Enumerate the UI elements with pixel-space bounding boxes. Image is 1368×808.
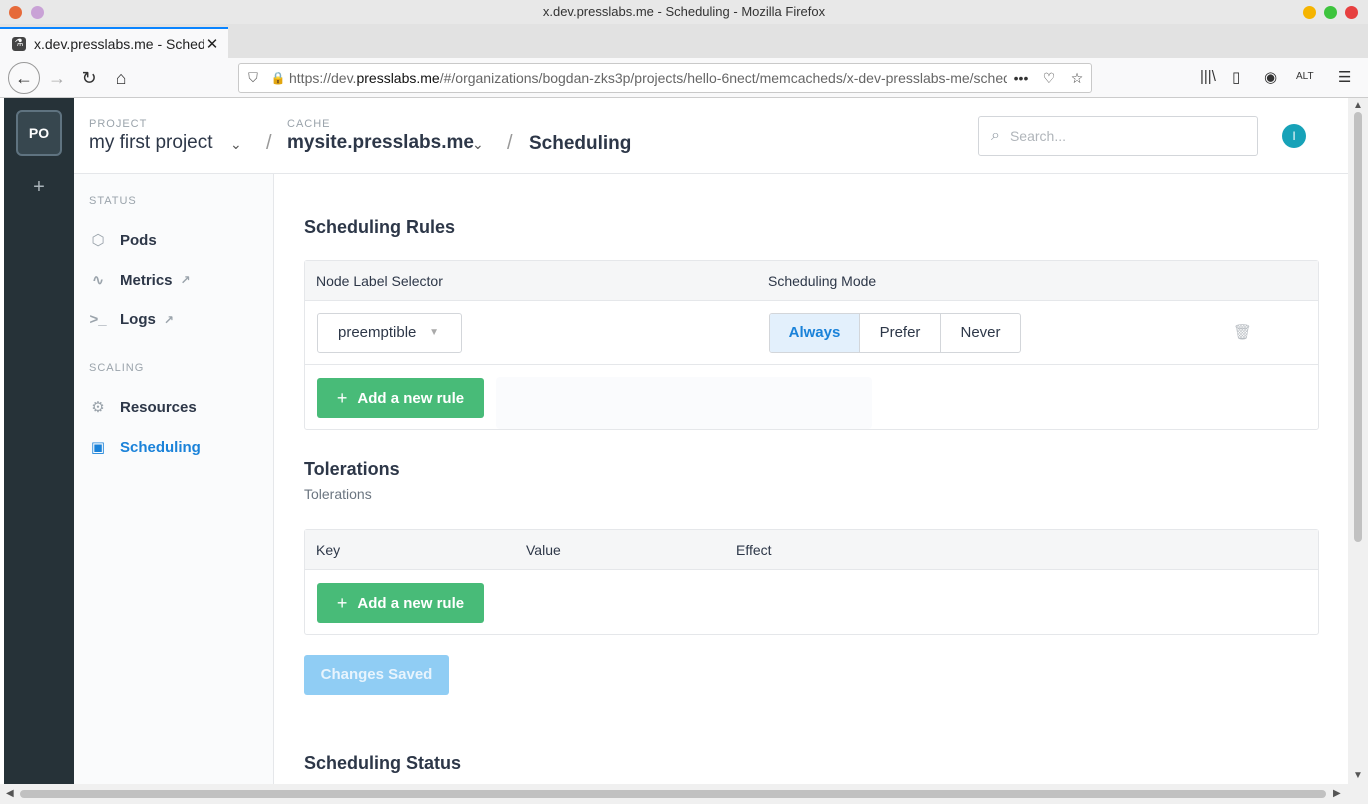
search-input[interactable]: ⌕ Search... (978, 116, 1258, 156)
window-menu-icon[interactable] (31, 6, 44, 19)
vertical-scrollbar[interactable]: ▲ ▼ (1348, 98, 1368, 784)
sidebar-item-resources[interactable]: ⚙ Resources (88, 398, 196, 417)
lock-icon[interactable]: 🔒 (267, 71, 289, 85)
extension-icon[interactable]: ALT (1296, 71, 1314, 82)
cache-name: mysite.presslabs.me (287, 132, 474, 153)
forward-arrow-icon[interactable]: → (42, 64, 72, 92)
navigation-bar: ← → ↻ ⌂ ⛉ 🔒 https://dev.presslabs.me/#/o… (0, 58, 1368, 98)
mode-prefer-button[interactable]: Prefer (860, 314, 941, 352)
terminal-icon: >_ (89, 311, 107, 328)
maximize-button[interactable] (1324, 6, 1337, 19)
node-label-select[interactable]: preemptible ▼ (317, 313, 462, 353)
page-actions-icon[interactable]: ••• (1007, 70, 1035, 86)
external-link-icon: ↗ (180, 273, 191, 287)
home-icon[interactable]: ⌂ (106, 64, 136, 92)
mode-always-button[interactable]: Always (770, 314, 860, 352)
close-window-button[interactable] (1345, 6, 1358, 19)
scroll-down-icon[interactable]: ▼ (1353, 770, 1363, 781)
sidebar-item-scheduling[interactable]: ▣ Scheduling (88, 438, 201, 457)
chevron-down-icon[interactable]: ⌄ (472, 136, 484, 153)
back-arrow-icon[interactable]: ← (8, 62, 40, 94)
caret-down-icon: ▼ (429, 327, 439, 338)
changes-saved-button[interactable]: Changes Saved (304, 655, 449, 695)
scroll-right-icon[interactable]: ▶ (1333, 788, 1341, 799)
library-icon[interactable]: |||\ (1200, 68, 1216, 85)
tolerations-title: Tolerations (304, 459, 400, 479)
breadcrumb-separator: / (507, 132, 513, 154)
account-icon[interactable]: ◉ (1264, 68, 1277, 86)
plus-icon: + (336, 387, 348, 408)
organization-rail: PO + (4, 98, 74, 784)
calendar-icon: ▣ (90, 439, 106, 456)
window-title: x.dev.presslabs.me - Scheduling - Mozill… (542, 4, 826, 19)
sidebar-section-scaling: SCALING (89, 362, 145, 374)
firefox-icon (9, 6, 22, 19)
notification-overlay (496, 377, 872, 429)
pulse-icon: ∿ (91, 272, 105, 289)
cache-breadcrumb[interactable]: CACHE mysite.presslabs.me (287, 118, 474, 154)
project-name: my first project (89, 132, 213, 153)
scheduling-rules-title: Scheduling Rules (304, 217, 456, 237)
user-avatar[interactable]: I (1282, 124, 1306, 148)
minimize-button[interactable] (1303, 6, 1316, 19)
tab-strip: ⚗ x.dev.presslabs.me - Scheduling ✕ + (0, 24, 1368, 79)
search-icon: ⌕ (991, 127, 1000, 144)
shield-icon[interactable]: ⛉ (239, 70, 267, 86)
tolerations-card: Key Value Effect + Add a new rule (304, 529, 1319, 635)
window-titlebar: x.dev.presslabs.me - Scheduling - Mozill… (0, 0, 1368, 24)
breadcrumb-separator: / (266, 132, 272, 154)
organization-avatar[interactable]: PO (16, 110, 62, 156)
mode-never-button[interactable]: Never (941, 314, 1020, 352)
plus-icon: + (336, 592, 348, 613)
add-organization-icon[interactable]: + (4, 176, 74, 199)
tolerations-subtitle: Tolerations (304, 486, 372, 502)
horizontal-scroll-thumb[interactable] (20, 790, 1326, 798)
chip-icon: ⚙ (91, 399, 105, 416)
sidebar-item-pods[interactable]: ⬡ Pods (88, 231, 156, 250)
sidebar-item-logs[interactable]: >_ Logs ↗ (88, 311, 174, 328)
add-toleration-button[interactable]: + Add a new rule (317, 583, 484, 623)
sidebar: STATUS ⬡ Pods ∿ Metrics ↗ >_ Logs ↗ SCAL… (74, 174, 274, 784)
close-tab-icon[interactable]: ✕ (204, 35, 220, 53)
table-row: preemptible ▼ Always Prefer Never 🗑 (305, 301, 1318, 365)
tolerations-table-header: Key Value Effect (305, 530, 1318, 570)
scroll-left-icon[interactable]: ◀ (6, 788, 14, 799)
sidebar-section-status: STATUS (89, 195, 137, 207)
main-content: Scheduling Rules Node Label Selector Sch… (274, 174, 1348, 784)
url-bar[interactable]: ⛉ 🔒 https://dev.presslabs.me/#/organizat… (238, 63, 1092, 93)
hamburger-menu-icon[interactable]: ☰ (1338, 68, 1351, 86)
page-title: Scheduling (529, 133, 632, 154)
sidebar-toggle-icon[interactable]: ▯ (1232, 68, 1240, 86)
cube-icon: ⬡ (91, 232, 105, 249)
scroll-up-icon[interactable]: ▲ (1353, 100, 1363, 111)
scheduling-mode-toggle: Always Prefer Never (769, 313, 1021, 353)
add-rule-button[interactable]: + Add a new rule (317, 378, 484, 418)
rules-table-header: Node Label Selector Scheduling Mode (305, 261, 1318, 301)
url-text[interactable]: https://dev.presslabs.me/#/organizations… (289, 70, 1007, 86)
trash-icon[interactable]: 🗑 (1233, 323, 1252, 341)
sidebar-item-metrics[interactable]: ∿ Metrics ↗ (88, 271, 191, 290)
tab-title: x.dev.presslabs.me - Scheduling (34, 35, 204, 52)
browser-tab[interactable]: ⚗ x.dev.presslabs.me - Scheduling ✕ (0, 27, 228, 58)
search-placeholder: Search... (1009, 128, 1066, 144)
project-breadcrumb[interactable]: PROJECT my first project (89, 118, 213, 154)
app-header: PROJECT my first project ⌄ / CACHE mysit… (74, 98, 1348, 174)
reload-icon[interactable]: ↻ (74, 64, 104, 92)
external-link-icon: ↗ (163, 312, 174, 327)
vertical-scroll-thumb[interactable] (1354, 112, 1362, 542)
horizontal-scrollbar[interactable]: ◀ ▶ (0, 784, 1368, 804)
chevron-down-icon[interactable]: ⌄ (230, 136, 242, 153)
bookmark-star-icon[interactable]: ☆ (1063, 70, 1091, 87)
site-favicon-icon: ⚗ (12, 36, 26, 51)
pocket-icon[interactable]: ♡ (1035, 70, 1063, 87)
scheduling-status-title: Scheduling Status (304, 753, 462, 773)
